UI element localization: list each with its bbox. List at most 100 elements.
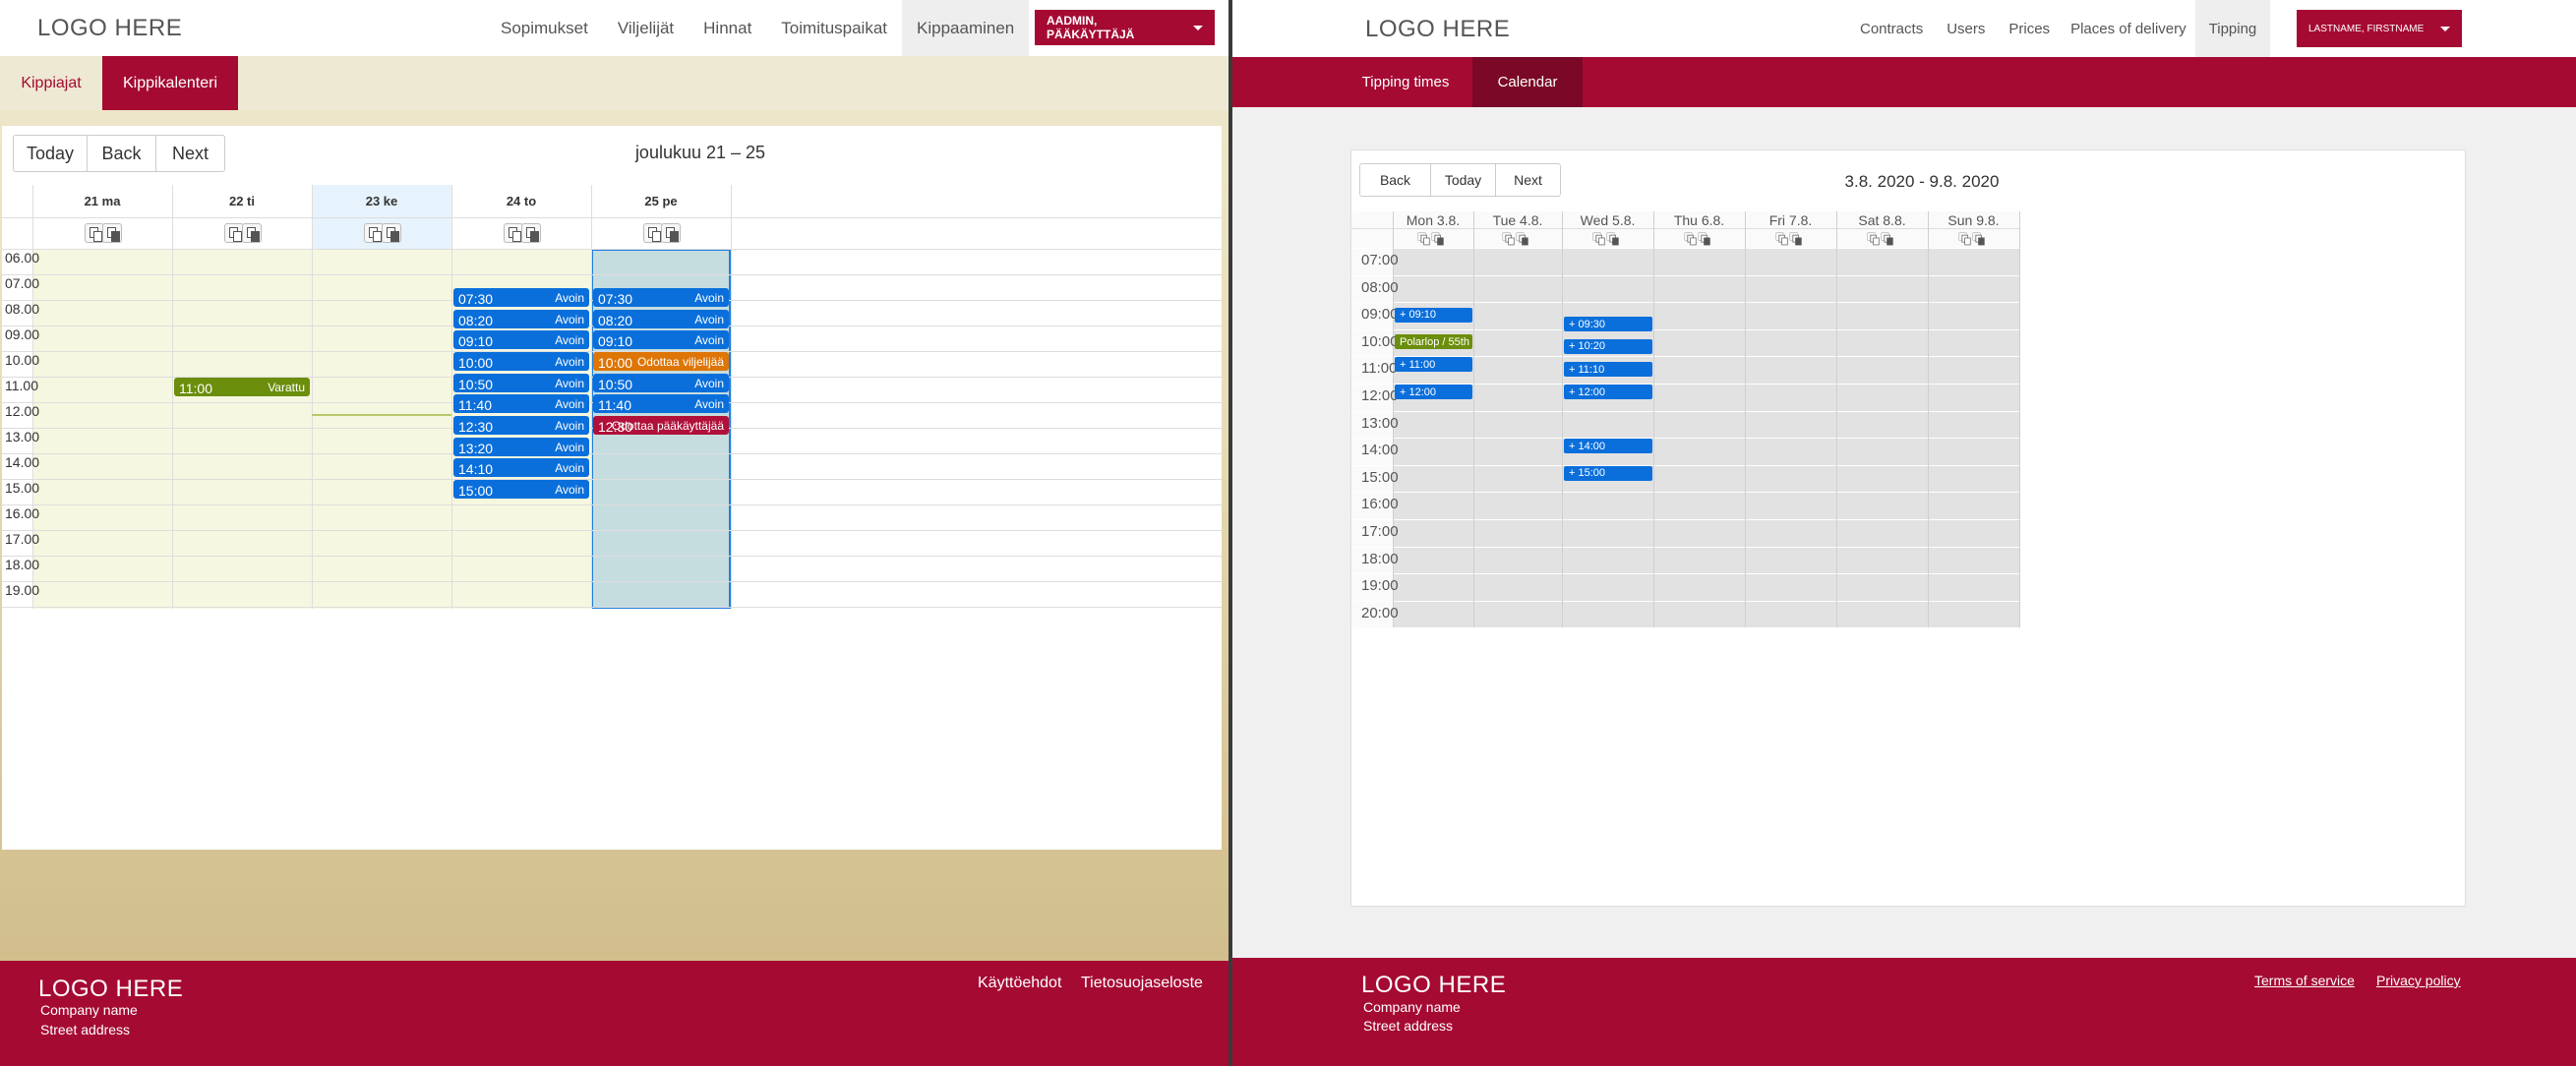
calendar-event[interactable]: 12:30 Odottaa pääkäyttäjää bbox=[593, 416, 729, 435]
time-label: 18:00 bbox=[1361, 550, 1399, 567]
terms-link[interactable]: Terms of service bbox=[2254, 973, 2355, 988]
calendar-event[interactable]: 11:40 Avoin bbox=[453, 394, 589, 414]
back-button[interactable]: Back bbox=[88, 135, 156, 172]
copy-icon[interactable] bbox=[1866, 232, 1880, 246]
paste-icon[interactable] bbox=[242, 223, 262, 243]
paste-icon[interactable] bbox=[1697, 232, 1710, 246]
copy-icon[interactable] bbox=[224, 223, 244, 243]
nav-tipping[interactable]: Tipping bbox=[2194, 0, 2271, 57]
paste-icon[interactable] bbox=[1880, 232, 1893, 246]
copy-icon[interactable] bbox=[85, 223, 104, 243]
event-status: Avoin bbox=[555, 312, 584, 326]
calendar-event[interactable]: 07:30 Avoin bbox=[453, 288, 589, 307]
time-label: 09.00 bbox=[5, 326, 40, 342]
paste-icon[interactable] bbox=[1516, 232, 1528, 246]
sub-navbar: Tipping times Calendar bbox=[1232, 57, 2576, 107]
calendar-event[interactable]: 13:20 Avoin bbox=[453, 437, 589, 456]
grid-line bbox=[1351, 627, 2019, 629]
calendar-event[interactable]: + 10:20 bbox=[1564, 338, 1652, 354]
calendar-event[interactable]: 10:00 Odottaa viljelijää bbox=[593, 352, 729, 371]
event-time: 08:20 bbox=[458, 312, 494, 328]
grid-line bbox=[1351, 464, 2019, 466]
paste-icon[interactable] bbox=[1971, 232, 1985, 246]
grid-line bbox=[2, 453, 1222, 454]
calendar-event[interactable]: + 09:30 bbox=[1564, 317, 1652, 331]
tab-tipping-times[interactable]: Tipping times bbox=[1348, 57, 1463, 107]
event-status: Avoin bbox=[555, 376, 584, 390]
nav-contracts[interactable]: Contracts bbox=[1848, 0, 1935, 57]
nav-prices[interactable]: Hinnat bbox=[689, 0, 766, 56]
calendar-event[interactable]: 07:30 Avoin bbox=[593, 288, 729, 307]
day-header: Mon 3.8. bbox=[1406, 212, 1461, 228]
calendar-event[interactable]: + 11:00 bbox=[1395, 357, 1472, 373]
calendar-event[interactable]: 12:30 Avoin bbox=[453, 416, 589, 435]
privacy-link[interactable]: Privacy policy bbox=[2376, 973, 2461, 988]
nav-contracts[interactable]: Sopimukset bbox=[486, 0, 603, 56]
today-button[interactable]: Today bbox=[1431, 163, 1496, 197]
copy-icon[interactable] bbox=[1417, 232, 1430, 246]
next-button[interactable]: Next bbox=[1496, 163, 1561, 197]
calendar-event[interactable]: + 09:10 bbox=[1395, 307, 1472, 323]
paste-icon[interactable] bbox=[661, 223, 681, 243]
calendar-event[interactable]: 15:00 Avoin bbox=[453, 480, 589, 499]
copy-icon[interactable] bbox=[643, 223, 663, 243]
privacy-link[interactable]: Tietosuojaseloste bbox=[1081, 975, 1203, 992]
event-time: 15:00 bbox=[458, 483, 494, 499]
nav-delivery-places[interactable]: Toimituspaikat bbox=[766, 0, 902, 56]
calendar-event[interactable]: 11:40 Avoin bbox=[593, 394, 729, 414]
user-menu-button[interactable]: AADMIN, PÄÄKÄYTTÄJÄ bbox=[1035, 10, 1215, 45]
paste-icon[interactable] bbox=[382, 223, 401, 243]
calendar-event[interactable]: 14:10 Avoin bbox=[453, 458, 589, 478]
paste-icon[interactable] bbox=[521, 223, 541, 243]
calendar-event[interactable]: + 12:00 bbox=[1395, 385, 1472, 399]
terms-link[interactable]: Käyttöehdot bbox=[978, 975, 1061, 992]
copy-icon[interactable] bbox=[1683, 232, 1697, 246]
event-time: 09:10 bbox=[458, 333, 494, 350]
grid-line bbox=[1351, 438, 2019, 440]
time-label: 08.00 bbox=[5, 301, 40, 317]
calendar-event[interactable]: + 11:10 bbox=[1564, 362, 1652, 377]
calendar-event[interactable]: 09:10 Avoin bbox=[453, 330, 589, 350]
copy-icon[interactable] bbox=[504, 223, 523, 243]
tab-calendar[interactable]: Calendar bbox=[1472, 57, 1583, 107]
next-button[interactable]: Next bbox=[156, 135, 225, 172]
calendar-event[interactable]: 10:50 Avoin bbox=[593, 373, 729, 392]
nav-tipping[interactable]: Kippaaminen bbox=[902, 0, 1030, 56]
grid-line bbox=[451, 185, 452, 609]
paste-icon[interactable] bbox=[1431, 232, 1444, 246]
paste-icon[interactable] bbox=[1605, 232, 1619, 246]
copy-icon[interactable] bbox=[1591, 232, 1605, 246]
calendar-event[interactable]: 08:20 Avoin bbox=[453, 309, 589, 328]
calendar-event[interactable]: + 15:00 bbox=[1564, 465, 1652, 481]
today-button[interactable]: Today bbox=[13, 135, 88, 172]
calendar-event[interactable]: Polarlop / 55th bbox=[1395, 334, 1472, 350]
nav-users[interactable]: Users bbox=[1935, 0, 1997, 57]
copy-icon[interactable] bbox=[1774, 232, 1788, 246]
nav-prices[interactable]: Prices bbox=[1997, 0, 2062, 57]
back-button[interactable]: Back bbox=[1359, 163, 1431, 197]
calendar-event[interactable]: 09:10 Avoin bbox=[593, 330, 729, 350]
nav-farmers[interactable]: Viljelijät bbox=[603, 0, 689, 56]
calendar-event[interactable]: 08:20 Avoin bbox=[593, 309, 729, 328]
paste-icon[interactable] bbox=[102, 223, 122, 243]
calendar-toolbar: Back Today Next bbox=[1359, 163, 1561, 197]
copy-icon[interactable] bbox=[1957, 232, 1971, 246]
calendar-event[interactable]: 11:00 Varattu bbox=[174, 378, 310, 396]
company-name: Company name bbox=[1363, 999, 1461, 1015]
paste-icon[interactable] bbox=[1788, 232, 1802, 246]
copy-icon[interactable] bbox=[364, 223, 384, 243]
time-label: 12.00 bbox=[5, 403, 40, 419]
event-time: 10:50 bbox=[458, 376, 494, 392]
main-nav: Contracts Users Prices Places of deliver… bbox=[1848, 0, 2271, 57]
nav-places-of-delivery[interactable]: Places of delivery bbox=[2062, 0, 2195, 57]
user-menu-button[interactable]: LASTNAME, FIRSTNAME bbox=[2297, 10, 2462, 47]
copy-icon[interactable] bbox=[1502, 232, 1515, 246]
day-header: Wed 5.8. bbox=[1580, 212, 1636, 228]
tab-kippiajat[interactable]: Kippiajat bbox=[0, 56, 102, 110]
calendar-event[interactable]: 10:50 Avoin bbox=[453, 373, 589, 392]
tab-kippikalenteri[interactable]: Kippikalenteri bbox=[102, 56, 238, 110]
calendar-event[interactable]: 10:00 Avoin bbox=[453, 352, 589, 371]
calendar-event[interactable]: + 14:00 bbox=[1564, 439, 1652, 454]
calendar-event[interactable]: + 12:00 bbox=[1564, 385, 1652, 399]
time-label: 20:00 bbox=[1361, 604, 1399, 622]
